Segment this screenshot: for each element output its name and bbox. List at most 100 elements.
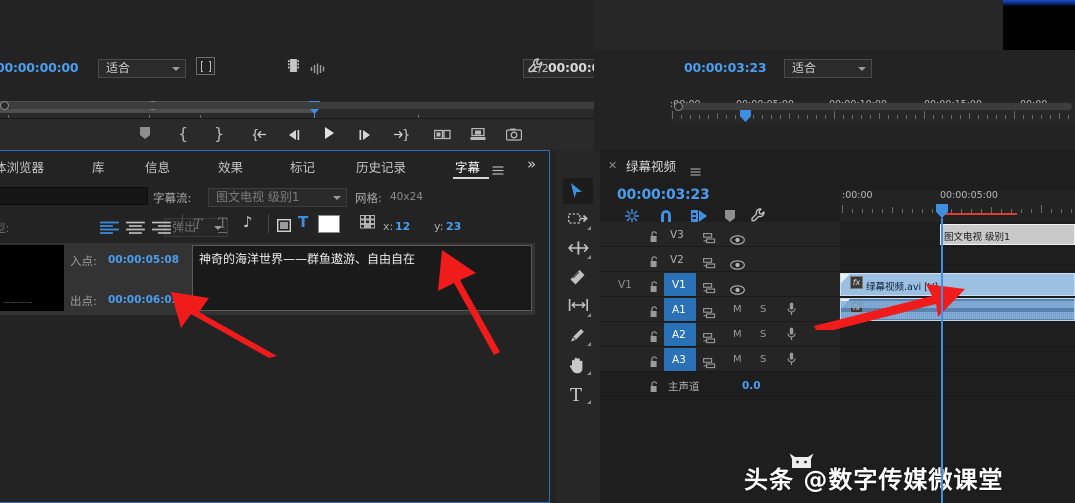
- tool-track-select[interactable]: [563, 207, 593, 233]
- mute-button-a3[interactable]: M: [733, 354, 742, 365]
- mute-button-a1[interactable]: M: [733, 304, 742, 315]
- x-value[interactable]: 12: [395, 220, 410, 233]
- tool-ripple-edit[interactable]: [563, 236, 593, 262]
- lock-open-icon[interactable]: [650, 378, 659, 397]
- program-zoom-scrollbar[interactable]: [674, 103, 1072, 110]
- tab-effects[interactable]: 效果: [218, 157, 243, 176]
- audio-waveform-icon[interactable]: [310, 60, 327, 79]
- program-current-timecode[interactable]: 00:00:03:23: [684, 60, 767, 75]
- sync-lock-icon[interactable]: [703, 279, 716, 298]
- tool-hand[interactable]: [563, 352, 593, 378]
- track-label-a3[interactable]: A3: [672, 354, 686, 366]
- track-label-v2[interactable]: V2: [670, 254, 684, 266]
- source-zoom-left-handle[interactable]: [0, 101, 9, 110]
- track-lane-v3[interactable]: 图文电视 级别1: [840, 222, 1075, 246]
- track-lane-a2[interactable]: [840, 322, 1075, 346]
- camera-icon[interactable]: [505, 126, 523, 145]
- track-header-v1[interactable]: V1 V1: [600, 272, 840, 296]
- program-fit-dropdown[interactable]: 适合: [784, 59, 872, 78]
- tab-markers[interactable]: 标记: [290, 157, 315, 176]
- track-lane-a3[interactable]: [840, 347, 1075, 371]
- tool-razor[interactable]: [563, 265, 593, 291]
- sync-lock-icon[interactable]: [703, 329, 716, 348]
- sync-lock-icon[interactable]: [703, 354, 716, 373]
- y-value[interactable]: 23: [446, 220, 461, 233]
- clip-corner-handle[interactable]: [841, 274, 850, 283]
- close-x-icon[interactable]: ✕: [608, 159, 617, 172]
- track-lane-v1[interactable]: fx 绿幕视频.avi [V]: [840, 272, 1075, 296]
- master-track-volume[interactable]: 0.0: [742, 380, 761, 392]
- hamburger-menu-icon[interactable]: [492, 160, 504, 179]
- lock-open-icon[interactable]: [650, 228, 659, 247]
- mark-in-button[interactable]: {: [178, 124, 188, 143]
- align-left-button[interactable]: [99, 219, 119, 238]
- solo-button-a3[interactable]: S: [760, 354, 766, 365]
- timeline-clip-caption[interactable]: 图文电视 级别1: [940, 224, 1075, 245]
- hamburger-menu-icon[interactable]: [690, 161, 701, 180]
- tab-captions[interactable]: 字幕: [455, 157, 480, 176]
- sequence-name[interactable]: 绿幕视频: [626, 156, 676, 175]
- caption-text-input[interactable]: 神奇的海洋世界——群鱼遨游、自由自在: [192, 245, 532, 311]
- caption-row[interactable]: ———— 入点: 00:00:05:08 出点: 00:00:06:02 神奇的…: [0, 243, 535, 315]
- underline-button[interactable]: T: [218, 217, 228, 233]
- wrench-icon[interactable]: [527, 57, 544, 78]
- insert-button[interactable]: [433, 126, 451, 145]
- track-header-a1[interactable]: A1 M S: [600, 297, 840, 321]
- lock-open-icon[interactable]: [650, 353, 659, 372]
- mark-out-button[interactable]: }: [214, 124, 224, 143]
- go-to-out-button[interactable]: }: [393, 126, 410, 145]
- program-zoom-left-handle[interactable]: [674, 102, 683, 111]
- microphone-icon[interactable]: [787, 352, 796, 371]
- track-lane-v2[interactable]: [840, 247, 1075, 271]
- lock-open-icon[interactable]: [650, 253, 659, 272]
- tab-info[interactable]: 信息: [145, 157, 170, 176]
- align-right-button[interactable]: [151, 219, 171, 238]
- timeline-clip-audio[interactable]: fx: [840, 298, 1075, 321]
- film-strip-icon[interactable]: [286, 58, 301, 77]
- source-zoom-scrollbar[interactable]: [2, 102, 638, 109]
- background-color-button[interactable]: [276, 217, 292, 236]
- tool-slip[interactable]: [563, 294, 593, 320]
- music-note-button[interactable]: ♪: [243, 215, 253, 230]
- step-back-button[interactable]: [287, 126, 301, 145]
- caption-in-value[interactable]: 00:00:05:08: [108, 254, 179, 266]
- sync-lock-icon[interactable]: [703, 229, 716, 248]
- double-chevron-right-icon[interactable]: »: [527, 157, 536, 172]
- sync-lock-icon[interactable]: [703, 254, 716, 273]
- timeline-playhead[interactable]: [936, 204, 948, 218]
- track-label-v3[interactable]: V3: [670, 229, 684, 241]
- track-header-master[interactable]: 主声道 0.0: [600, 372, 840, 396]
- sync-lock-icon[interactable]: [703, 304, 716, 323]
- step-forward-button[interactable]: [358, 126, 372, 145]
- source-current-timecode[interactable]: 00:00:00:00: [0, 60, 79, 75]
- lock-open-icon[interactable]: [650, 328, 659, 347]
- align-center-button[interactable]: [125, 219, 145, 238]
- solo-button-a1[interactable]: S: [760, 304, 766, 315]
- play-stop-button[interactable]: [323, 125, 336, 144]
- caption-out-value[interactable]: 00:00:06:02: [108, 294, 179, 306]
- track-label-a1[interactable]: A1: [672, 304, 686, 316]
- lock-open-icon[interactable]: [650, 303, 659, 322]
- caption-stream-dropdown[interactable]: 图文电视 级别1: [208, 188, 347, 207]
- program-playhead[interactable]: [740, 109, 751, 122]
- track-lane-a1[interactable]: fx: [840, 297, 1075, 321]
- track-label-v1[interactable]: V1: [672, 279, 686, 291]
- microphone-icon[interactable]: [787, 302, 796, 321]
- tool-pen[interactable]: [563, 323, 593, 349]
- track-header-a3[interactable]: A3 M S: [600, 347, 840, 371]
- tool-selection[interactable]: [563, 178, 593, 204]
- timeline-ruler[interactable]: :00:00 00:00:05:00: [840, 190, 1075, 222]
- source-fit-dropdown[interactable]: 适合: [98, 59, 186, 78]
- tab-history[interactable]: 历史记录: [356, 157, 406, 176]
- solo-button-a2[interactable]: S: [760, 329, 766, 340]
- lock-open-icon[interactable]: [650, 278, 659, 297]
- source-patch-v1[interactable]: V1: [618, 279, 632, 291]
- mute-button-a2[interactable]: M: [733, 329, 742, 340]
- fx-badge-icon[interactable]: fx: [850, 276, 863, 289]
- search-input[interactable]: [0, 187, 148, 205]
- track-header-a2[interactable]: A2 M S: [600, 322, 840, 346]
- tab-media-browser[interactable]: 体浏览器: [0, 157, 44, 176]
- marker-bracket-icon[interactable]: [196, 57, 215, 75]
- timeline-playhead-timecode[interactable]: 00:00:03:23: [617, 187, 710, 203]
- track-label-a2[interactable]: A2: [672, 329, 686, 341]
